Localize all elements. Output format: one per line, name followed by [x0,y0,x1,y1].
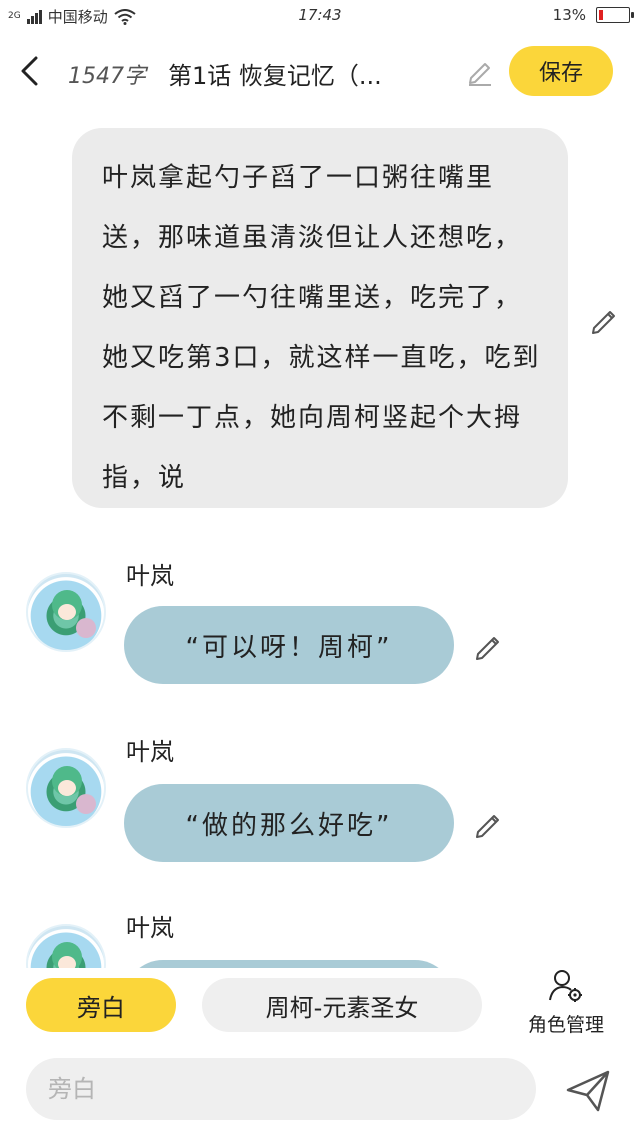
avatar-pet [76,794,96,814]
status-bar: 2G 中国移动 17:43 13% [0,0,640,34]
role-narrator-button[interactable]: 旁白 [26,978,176,1032]
message-input[interactable] [26,1058,536,1120]
avatar-face [58,956,76,968]
story-content[interactable]: 叶岚拿起勺子舀了一口粥往嘴里送，那味道虽清淡但让人还想吃，她又舀了一勺往嘴里送，… [0,110,640,968]
battery-icon [596,7,634,23]
role-character-button[interactable]: 周柯-元素圣女 [202,978,482,1032]
status-right: 13% [552,6,634,24]
pencil-icon [469,63,491,86]
avatar[interactable] [26,748,106,828]
editor-header: 1547字 第1话 恢复记忆（... 保存 [0,34,640,110]
role-manage-icon [549,970,582,1002]
speaker-name: 叶岚 [126,914,174,942]
message-row: 叶岚 [0,908,640,968]
back-button[interactable] [12,54,46,88]
avatar-face [58,604,76,620]
avatar[interactable] [26,924,106,968]
role-manage-button[interactable]: 角色管理 [516,968,616,1038]
avatar-face [58,780,76,796]
narration-bubble[interactable]: 叶岚拿起勺子舀了一口粥往嘴里送，那味道虽清淡但让人还想吃，她又舀了一勺往嘴里送，… [72,128,568,508]
message-row: 叶岚 “做的那么好吃” [0,732,640,882]
word-count: 1547字 [68,64,146,89]
send-button[interactable] [562,1064,614,1116]
pencil-icon[interactable] [472,628,506,662]
avatar-pet [76,618,96,638]
dialogue-bubble[interactable] [124,960,454,968]
battery-fill [599,10,603,20]
dialogue-bubble[interactable]: “做的那么好吃” [124,784,454,862]
battery-percent: 13% [552,6,586,24]
message-row: 叶岚 “可以呀！周柯” [0,556,640,706]
status-time: 17:43 [298,6,342,24]
speaker-name: 叶岚 [126,562,174,590]
edit-title-button[interactable] [464,56,496,88]
pencil-icon[interactable] [472,806,506,840]
speaker-name: 叶岚 [126,738,174,766]
role-manage-label: 角色管理 [527,1014,604,1036]
avatar[interactable] [26,572,106,652]
back-arrow-icon [21,56,38,86]
pencil-icon[interactable] [588,302,622,336]
chapter-title[interactable]: 第1话 恢复记忆（... [168,56,458,91]
save-button[interactable]: 保存 [509,46,613,96]
dialogue-bubble[interactable]: “可以呀！周柯” [124,606,454,684]
send-icon [566,1070,610,1112]
